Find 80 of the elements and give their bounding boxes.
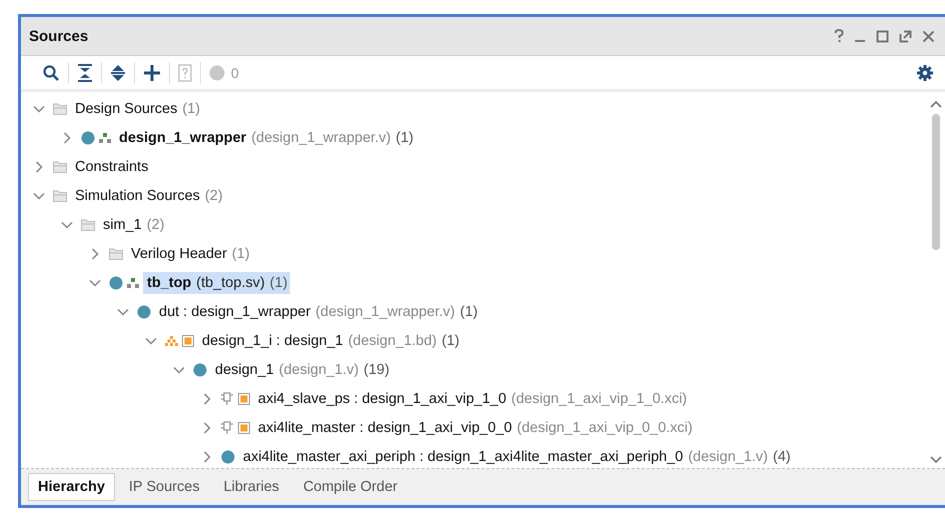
child-count: (1)	[440, 332, 460, 350]
scrollbar-thumb[interactable]	[932, 114, 940, 250]
node-name[interactable]: Simulation Sources	[71, 184, 200, 206]
module-type: : design_1_axi_vip_1_0	[352, 390, 506, 408]
file-name: (design_1.bd)	[347, 332, 437, 350]
expand-all-icon[interactable]	[110, 64, 126, 82]
folder-icon	[81, 218, 95, 230]
ip-block-icon	[238, 422, 250, 434]
child-count: (2)	[204, 186, 224, 206]
scroll-up-icon[interactable]	[930, 100, 942, 108]
node-name[interactable]: dut	[155, 300, 180, 322]
module-type: : design_1_axi4lite_master_axi_periph_0	[418, 448, 684, 466]
hierarchy-icon	[127, 278, 139, 288]
search-icon[interactable]	[42, 64, 60, 82]
module-type: : design_1_wrapper	[182, 302, 311, 322]
node-name[interactable]: tb_top	[143, 272, 192, 294]
hierarchy-icon	[99, 132, 111, 142]
collapse-all-icon[interactable]	[77, 64, 93, 82]
node-name[interactable]: axi4lite_master	[254, 416, 356, 438]
folder-icon	[53, 160, 67, 172]
child-count: (1)	[181, 100, 202, 118]
child-count: (19)	[362, 360, 390, 380]
node-name[interactable]: axi4_slave_ps	[254, 388, 350, 410]
chip-icon	[221, 392, 234, 405]
add-icon[interactable]	[143, 64, 161, 82]
expand-chevron-icon[interactable]	[61, 132, 73, 144]
expand-chevron-icon[interactable]	[201, 392, 213, 404]
child-count: (1)	[230, 244, 251, 264]
child-count: (1)	[264, 272, 290, 294]
node-name[interactable]: design_1_wrapper	[115, 126, 246, 148]
maximize-icon[interactable]	[876, 30, 889, 42]
node-name[interactable]: Design Sources	[71, 98, 178, 120]
view-tab[interactable]: IP Sources	[118, 473, 210, 501]
folder-icon	[53, 102, 67, 114]
chip-icon	[221, 421, 234, 434]
scroll-down-icon[interactable]	[930, 456, 942, 464]
file-name: (design_1.v)	[687, 448, 768, 466]
window-title: Sources	[29, 28, 90, 44]
file-name: (design_1.v)	[278, 360, 359, 380]
module-dot-icon	[137, 304, 151, 318]
expand-chevron-icon[interactable]	[201, 422, 213, 434]
node-name[interactable]: Constraints	[71, 156, 148, 178]
expand-chevron-icon[interactable]	[33, 160, 45, 172]
ip-block-icon	[182, 334, 194, 346]
file-name: (tb_top.sv)	[191, 272, 265, 294]
node-name[interactable]: axi4lite_master_axi_periph	[239, 446, 416, 468]
status-dot-icon	[209, 64, 225, 80]
node-name[interactable]: design_1_i	[198, 330, 272, 352]
module-type: : design_1_axi_vip_0_0	[358, 418, 512, 438]
folder-icon	[109, 248, 123, 260]
block-design-icon	[165, 336, 178, 346]
module-dot-icon	[81, 130, 95, 144]
restore-icon[interactable]	[899, 30, 912, 42]
view-tab[interactable]: Compile Order	[293, 473, 408, 501]
file-name: (design_1_axi_vip_0_0.xci)	[516, 418, 693, 438]
error-count: 0	[231, 64, 239, 80]
node-name[interactable]: design_1	[211, 358, 274, 380]
child-count: (2)	[146, 216, 166, 234]
module-dot-icon	[221, 450, 235, 464]
help-icon[interactable]	[834, 29, 844, 43]
folder-icon	[53, 190, 67, 202]
module-dot-icon	[193, 362, 207, 376]
child-count: (1)	[394, 128, 415, 148]
file-name: (design_1_axi_vip_1_0.xci)	[510, 390, 688, 408]
node-name[interactable]: Verilog Header	[127, 242, 227, 264]
view-tab[interactable]: Hierarchy	[28, 473, 115, 501]
settings-icon[interactable]	[917, 64, 933, 80]
child-count: (4)	[772, 448, 792, 466]
module-dot-icon	[109, 276, 123, 290]
close-icon[interactable]	[922, 30, 935, 42]
file-name: (design_1_wrapper.v)	[314, 302, 455, 322]
file-name: (design_1_wrapper.v)	[250, 128, 391, 148]
ip-block-icon	[238, 392, 250, 404]
expand-chevron-icon[interactable]	[89, 248, 101, 260]
view-tab[interactable]: Libraries	[214, 473, 290, 501]
document-help-icon[interactable]	[178, 64, 192, 82]
expand-chevron-icon[interactable]	[201, 450, 213, 462]
node-name[interactable]: sim_1	[99, 214, 142, 236]
child-count: (1)	[459, 302, 479, 322]
module-type: : design_1	[275, 332, 344, 350]
